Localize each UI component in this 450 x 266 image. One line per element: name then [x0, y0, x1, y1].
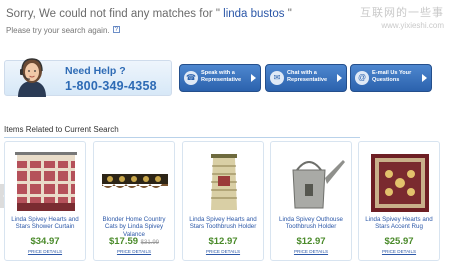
price-details-link[interactable]: PRICE DETAILS	[5, 249, 85, 254]
watermark-chinese: 互联网的一些事	[360, 7, 444, 19]
product-name[interactable]: Linda Spivey Hearts and Stars Accent Rug	[361, 216, 437, 231]
no-results-message: Sorry, We could not find any matches for…	[6, 8, 292, 20]
product-price: $34.97	[5, 236, 85, 247]
contact-button-label: E-mail Us Your Questions	[372, 70, 412, 83]
product-card[interactable]: Linda Spivey Hearts and Stars Accent Rug…	[358, 141, 440, 261]
related-items-heading: Items Related to Current Search	[4, 125, 119, 134]
need-help-title: Need Help ?	[65, 65, 126, 77]
help-hint-icon[interactable]: ?	[112, 26, 120, 33]
product-image-valance[interactable]	[94, 148, 176, 214]
product-price: $12.97	[183, 236, 263, 247]
product-image-shower-curtain[interactable]	[5, 148, 87, 214]
product-name[interactable]: Linda Spivey Hearts and Stars Toothbrush…	[185, 216, 261, 231]
arrow-right-icon	[422, 74, 427, 82]
product-card[interactable]: Linda Spivey Hearts and Stars Toothbrush…	[182, 141, 264, 261]
support-phone-number[interactable]: 1-800-349-4358	[65, 79, 157, 93]
product-price: $12.97	[271, 236, 351, 247]
product-name[interactable]: Blonder Home Country Cats by Linda Spive…	[96, 216, 172, 238]
search-query: linda bustos	[219, 8, 288, 20]
product-name[interactable]: Linda Spivey Outhouse Toothbrush Holder	[273, 216, 349, 231]
price-details-link[interactable]: PRICE DETAILS	[94, 249, 174, 254]
price-value: $25.97	[384, 236, 414, 247]
price-value: $34.97	[30, 236, 60, 247]
phone-icon: ☎	[184, 71, 198, 85]
chat-icon: ✉	[270, 71, 284, 85]
no-results-prefix: Sorry, We could not find any matches for…	[6, 8, 220, 20]
contact-button-label: Chat with a Representative	[287, 70, 328, 83]
original-price: $31.99	[140, 240, 160, 246]
product-image-accent-rug[interactable]	[359, 148, 441, 214]
try-again-text: Please try your search again. ?	[6, 26, 120, 35]
product-price: $17.59 $31.99	[94, 236, 174, 247]
price-details-link[interactable]: PRICE DETAILS	[271, 249, 351, 254]
product-card[interactable]: Linda Spivey Outhouse Toothbrush Holder …	[270, 141, 352, 261]
product-price: $25.97	[359, 236, 439, 247]
chat-with-representative-button[interactable]: ✉ Chat with a Representative	[265, 64, 347, 92]
watermark-url: www.yixieshi.com	[381, 21, 444, 30]
arrow-right-icon	[251, 74, 256, 82]
need-help-banner: Need Help ? 1-800-349-4358	[4, 58, 172, 97]
price-value: $12.97	[208, 236, 238, 247]
price-value: $17.59	[108, 236, 139, 247]
price-value: $12.97	[296, 236, 326, 247]
section-divider	[4, 137, 360, 138]
try-again-label: Please try your search again.	[6, 26, 110, 35]
email-icon: @	[355, 71, 369, 85]
email-us-button[interactable]: @ E-mail Us Your Questions	[350, 64, 432, 92]
speak-with-representative-button[interactable]: ☎ Speak with a Representative	[179, 64, 261, 92]
arrow-right-icon	[337, 74, 342, 82]
price-details-link[interactable]: PRICE DETAILS	[359, 249, 439, 254]
product-image-outhouse-holder[interactable]	[271, 148, 353, 214]
watermark: 互联网的一些事 www.yixieshi.com	[360, 4, 444, 30]
no-results-suffix: "	[287, 8, 292, 20]
price-details-link[interactable]: PRICE DETAILS	[183, 249, 263, 254]
support-agent-avatar	[18, 58, 46, 97]
product-image-toothbrush-holder[interactable]	[183, 148, 265, 214]
product-name[interactable]: Linda Spivey Hearts and Stars Shower Cur…	[7, 216, 83, 231]
product-card[interactable]: Blonder Home Country Cats by Linda Spive…	[93, 141, 175, 261]
contact-button-label: Speak with a Representative	[201, 70, 242, 83]
product-card[interactable]: Linda Spivey Hearts and Stars Shower Cur…	[4, 141, 86, 261]
